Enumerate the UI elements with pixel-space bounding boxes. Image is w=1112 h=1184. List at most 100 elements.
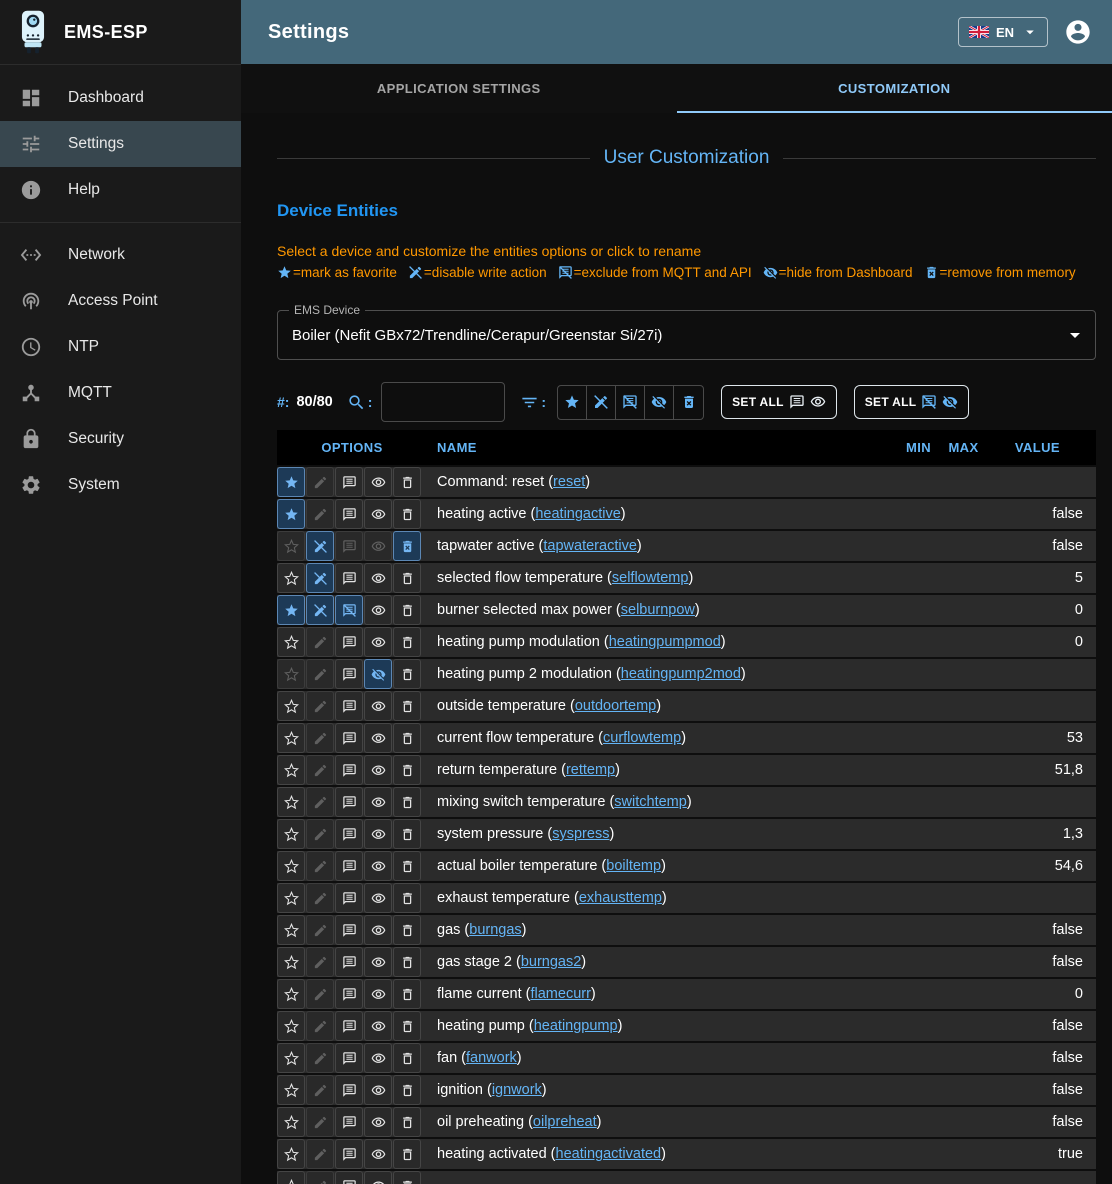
option-favorite-toggle[interactable] [277,659,305,689]
option-visibility-toggle[interactable] [364,787,392,817]
option-favorite-toggle[interactable] [277,851,305,881]
table-row[interactable] [277,1171,1096,1184]
option-mqtt-toggle[interactable] [335,947,363,977]
tab-application-settings[interactable]: APPLICATION SETTINGS [241,64,677,113]
table-row[interactable]: heating active (heatingactive) false [277,499,1096,529]
option-write-toggle[interactable] [306,467,334,497]
option-mqtt-toggle[interactable] [335,1043,363,1073]
option-visibility-toggle[interactable] [364,691,392,721]
entity-shortname-link[interactable]: reset [553,474,585,490]
option-write-toggle[interactable] [306,1043,334,1073]
entity-shortname-link[interactable]: boiltemp [606,858,661,874]
option-remove-toggle[interactable] [393,1043,421,1073]
ems-device-select[interactable]: EMS Device Boiler (Nefit GBx72/Trendline… [277,310,1096,360]
option-remove-toggle[interactable] [393,1011,421,1041]
option-visibility-toggle[interactable] [364,883,392,913]
entity-shortname-link[interactable]: outdoortemp [575,698,656,714]
option-write-toggle[interactable] [306,755,334,785]
option-mqtt-toggle[interactable] [335,819,363,849]
option-remove-toggle[interactable] [393,819,421,849]
option-visibility-toggle[interactable] [364,1011,392,1041]
option-remove-toggle[interactable] [393,979,421,1009]
option-visibility-toggle[interactable] [364,915,392,945]
option-mqtt-toggle[interactable] [335,723,363,753]
entity-shortname-link[interactable]: heatingpump [534,1018,618,1034]
entity-shortname-link[interactable]: oilpreheat [533,1114,597,1130]
sidebar-item-security[interactable]: Security [0,416,241,462]
option-write-toggle[interactable] [306,979,334,1009]
option-favorite-toggle[interactable] [277,787,305,817]
table-row[interactable]: actual boiler temperature (boiltemp) 54,… [277,851,1096,881]
table-row[interactable]: outside temperature (outdoortemp) [277,691,1096,721]
search-input[interactable] [381,382,505,422]
table-row[interactable]: gas (burngas) false [277,915,1096,945]
option-remove-toggle[interactable] [393,1107,421,1137]
option-write-toggle[interactable] [306,1075,334,1105]
option-visibility-toggle[interactable] [364,851,392,881]
option-mqtt-toggle[interactable] [335,595,363,625]
option-write-toggle[interactable] [306,659,334,689]
set-all-hide-button[interactable]: SET ALL [854,385,970,419]
sidebar-item-access-point[interactable]: Access Point [0,278,241,324]
table-row[interactable]: ignition (ignwork) false [277,1075,1096,1105]
entity-shortname-link[interactable]: heatingpumpmod [609,634,721,650]
option-write-toggle[interactable] [306,819,334,849]
option-visibility-toggle[interactable] [364,947,392,977]
option-favorite-toggle[interactable] [277,755,305,785]
option-mqtt-toggle[interactable] [335,499,363,529]
option-remove-toggle[interactable] [393,883,421,913]
option-visibility-toggle[interactable] [364,1171,392,1184]
option-visibility-toggle[interactable] [364,531,392,561]
entity-shortname-link[interactable]: heatingactive [535,506,620,522]
table-row[interactable]: flame current (flamecurr) 0 [277,979,1096,1009]
option-mqtt-toggle[interactable] [335,1139,363,1169]
option-write-toggle[interactable] [306,883,334,913]
option-remove-toggle[interactable] [393,627,421,657]
option-remove-toggle[interactable] [393,1139,421,1169]
option-favorite-toggle[interactable] [277,947,305,977]
option-visibility-toggle[interactable] [364,819,392,849]
sidebar-item-system[interactable]: System [0,462,241,508]
option-write-toggle[interactable] [306,563,334,593]
entity-shortname-link[interactable]: syspress [552,826,609,842]
entity-shortname-link[interactable]: switchtemp [614,794,687,810]
option-remove-toggle[interactable] [393,851,421,881]
option-write-toggle[interactable] [306,947,334,977]
tab-customization[interactable]: CUSTOMIZATION [677,64,1112,113]
option-mqtt-toggle[interactable] [335,1107,363,1137]
option-mqtt-toggle[interactable] [335,979,363,1009]
option-favorite-toggle[interactable] [277,1011,305,1041]
filter-mqtt-excluded-toggle[interactable] [616,386,645,419]
option-write-toggle[interactable] [306,1011,334,1041]
option-mqtt-toggle[interactable] [335,883,363,913]
sidebar-item-settings[interactable]: Settings [0,121,241,167]
option-remove-toggle[interactable] [393,499,421,529]
option-write-toggle[interactable] [306,723,334,753]
option-remove-toggle[interactable] [393,595,421,625]
option-remove-toggle[interactable] [393,691,421,721]
option-favorite-toggle[interactable] [277,595,305,625]
option-write-toggle[interactable] [306,1171,334,1184]
filter-write-disabled-toggle[interactable] [587,386,616,419]
table-row[interactable]: exhaust temperature (exhausttemp) [277,883,1096,913]
table-row[interactable]: Command: reset (reset) [277,467,1096,497]
table-row[interactable]: oil preheating (oilpreheat) false [277,1107,1096,1137]
option-visibility-toggle[interactable] [364,1075,392,1105]
sidebar-item-network[interactable]: Network [0,232,241,278]
option-favorite-toggle[interactable] [277,1139,305,1169]
option-mqtt-toggle[interactable] [335,1011,363,1041]
option-write-toggle[interactable] [306,627,334,657]
entity-shortname-link[interactable]: fanwork [466,1050,517,1066]
filter-removed-toggle[interactable] [674,386,703,419]
sidebar-item-dashboard[interactable]: Dashboard [0,75,241,121]
entity-shortname-link[interactable]: tapwateractive [543,538,637,554]
option-favorite-toggle[interactable] [277,499,305,529]
option-visibility-toggle[interactable] [364,627,392,657]
table-row[interactable]: fan (fanwork) false [277,1043,1096,1073]
option-mqtt-toggle[interactable] [335,915,363,945]
option-write-toggle[interactable] [306,915,334,945]
option-remove-toggle[interactable] [393,723,421,753]
option-favorite-toggle[interactable] [277,531,305,561]
option-favorite-toggle[interactable] [277,979,305,1009]
entity-shortname-link[interactable]: flamecurr [530,986,590,1002]
